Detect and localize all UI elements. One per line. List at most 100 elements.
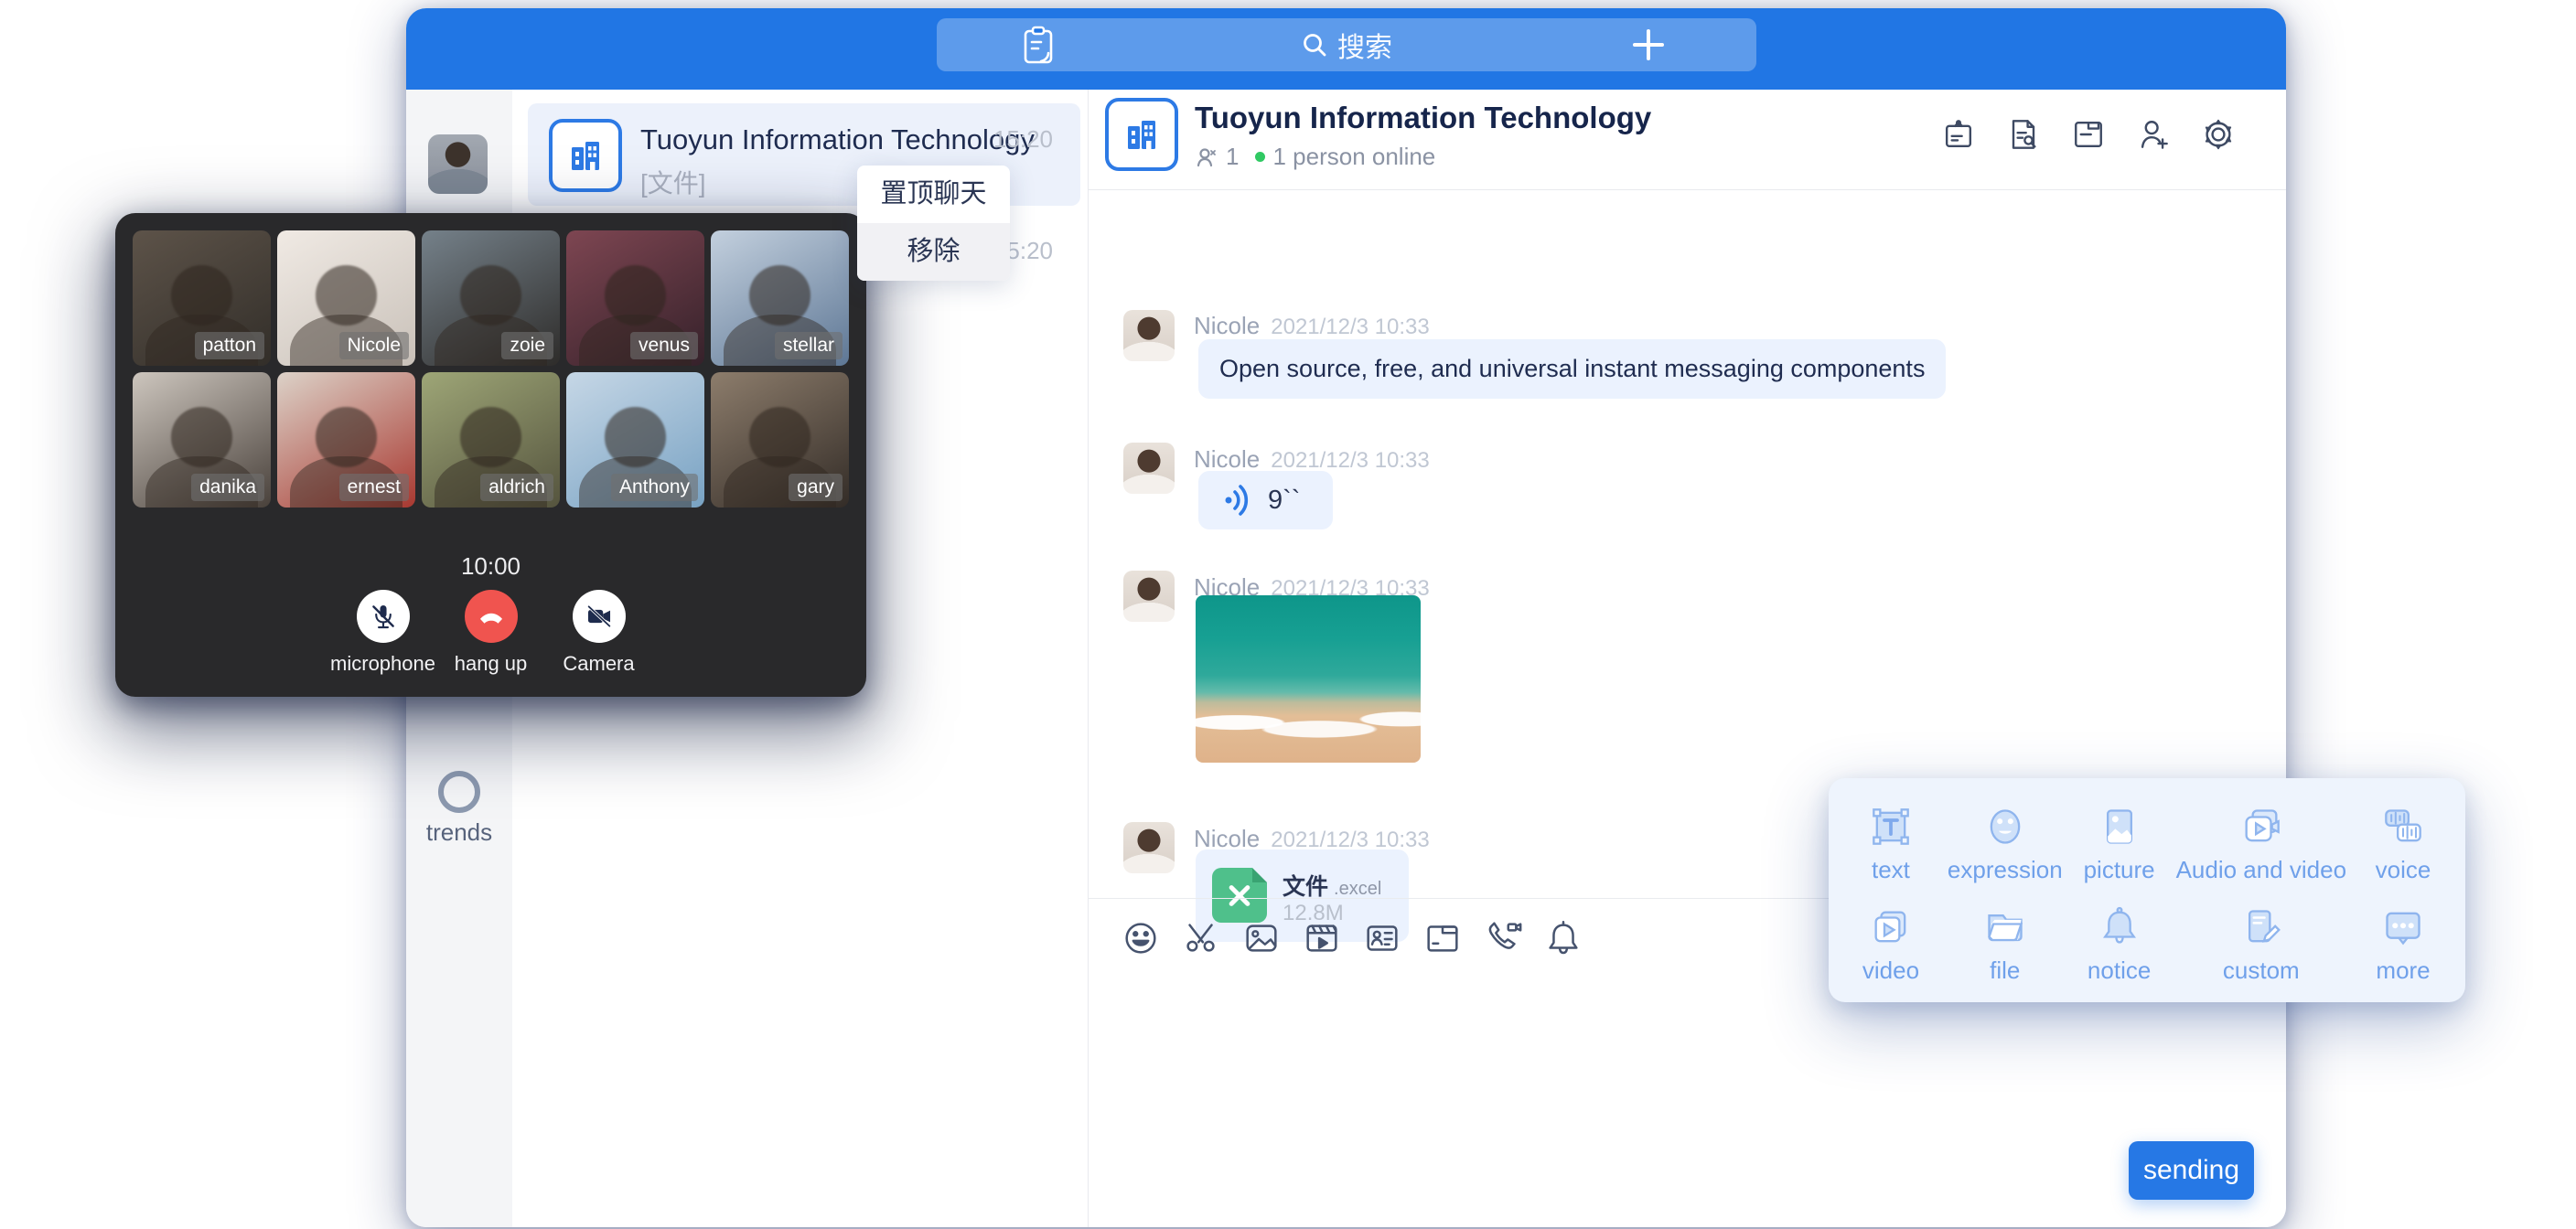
participant-tile: Nicole <box>277 230 415 366</box>
microphone-button[interactable] <box>357 590 410 643</box>
group-notice-icon[interactable] <box>1938 114 1979 155</box>
call-timer: 10:00 <box>115 552 866 581</box>
more-icon <box>2377 902 2429 953</box>
feature-text[interactable]: text <box>1834 793 1948 893</box>
audio-video-icon <box>2236 801 2287 852</box>
conversation-last-message: [文件] <box>640 164 706 200</box>
sender-name: Nicole <box>1194 825 1260 852</box>
sender-avatar[interactable] <box>1123 310 1175 361</box>
plus-icon[interactable] <box>1633 29 1664 60</box>
picture-panel-icon <box>2094 801 2145 852</box>
participant-name: Anthony <box>611 474 698 501</box>
trends-label: trends <box>406 818 512 847</box>
excel-file-icon <box>1212 868 1267 923</box>
picture-icon[interactable] <box>1240 917 1283 959</box>
mic-off-icon <box>368 601 399 632</box>
participant-name: Nicole <box>339 332 409 359</box>
feature-voice[interactable]: voice <box>2346 793 2460 893</box>
members-icon <box>1195 145 1218 169</box>
video-panel-icon <box>1865 902 1916 953</box>
group-avatar-icon <box>549 119 622 192</box>
voice-panel-icon <box>2377 801 2429 852</box>
participant-tile: patton <box>133 230 271 366</box>
participant-tile: stellar <box>711 230 849 366</box>
participant-name: gary <box>789 474 843 501</box>
sidebar-item-trends[interactable]: trends <box>406 771 512 847</box>
my-avatar[interactable] <box>428 134 488 194</box>
conversation-title: Tuoyun Information Technology <box>640 123 1035 156</box>
chat-main: Tuoyun Information Technology 1 1 person… <box>1089 90 2286 1227</box>
participant-tile: gary <box>711 372 849 508</box>
participant-name: stellar <box>775 332 843 359</box>
voice-wave-icon <box>1220 483 1255 518</box>
sender-avatar[interactable] <box>1123 822 1175 873</box>
camera-button[interactable] <box>573 590 626 643</box>
trends-icon <box>438 771 480 813</box>
search-bar[interactable]: 搜索 <box>937 18 1756 71</box>
context-menu: 置顶聊天 移除 <box>857 166 1010 281</box>
send-button[interactable]: sending <box>2129 1141 2254 1200</box>
feature-custom[interactable]: custom <box>2176 893 2346 994</box>
file-icon[interactable] <box>1422 917 1464 959</box>
feature-video[interactable]: video <box>1834 893 1948 994</box>
image-bubble[interactable] <box>1196 595 1421 763</box>
group-file-icon[interactable] <box>2068 114 2109 155</box>
online-status: 1 person online <box>1272 143 1435 171</box>
screenshot-icon[interactable] <box>1180 917 1222 959</box>
hang-up-button[interactable] <box>465 590 518 643</box>
custom-icon <box>2236 902 2287 953</box>
participant-name: venus <box>630 332 698 359</box>
participant-name: patton <box>195 332 264 359</box>
notification-icon[interactable] <box>1542 917 1584 959</box>
camera-label: Camera <box>563 652 634 676</box>
participant-tile: ernest <box>277 372 415 508</box>
notice-icon <box>2094 902 2145 953</box>
sender-avatar[interactable] <box>1123 571 1175 622</box>
chat-header: Tuoyun Information Technology 1 1 person… <box>1089 90 2286 190</box>
video-call-panel: patton Nicole zoie venus stellar danika … <box>115 213 866 697</box>
participant-tile: venus <box>566 230 704 366</box>
contact-card-icon[interactable] <box>1361 917 1403 959</box>
file-name: 文件 <box>1283 874 1328 900</box>
conversation-time: 15:20 <box>993 125 1053 154</box>
feature-audio-video[interactable]: Audio and video <box>2176 793 2346 893</box>
message-time: 2021/12/3 10:33 <box>1271 448 1430 473</box>
feature-panel: text expression picture <box>1829 778 2465 1002</box>
group-avatar-icon <box>1105 98 1178 171</box>
feature-file[interactable]: file <box>1948 893 2063 994</box>
feature-picture[interactable]: picture <box>2063 793 2176 893</box>
add-member-icon[interactable] <box>2133 114 2174 155</box>
sender-name: Nicole <box>1194 445 1260 473</box>
composer-toolbar <box>1120 917 1584 959</box>
online-dot <box>1255 152 1265 162</box>
video-call-icon[interactable] <box>1482 917 1524 959</box>
feature-notice[interactable]: notice <box>2063 893 2176 994</box>
participant-name: danika <box>191 474 264 501</box>
video-icon[interactable] <box>1301 917 1343 959</box>
participant-tile: zoie <box>422 230 560 366</box>
emoji-icon[interactable] <box>1120 917 1162 959</box>
sender-name: Nicole <box>1194 312 1260 339</box>
chat-title: Tuoyun Information Technology <box>1195 101 1651 135</box>
settings-icon[interactable] <box>2198 114 2238 155</box>
file-panel-icon <box>1980 902 2031 953</box>
feature-expression[interactable]: expression <box>1948 793 2063 893</box>
search-placeholder: 搜索 <box>1337 25 1392 65</box>
microphone-label: microphone <box>330 652 435 676</box>
message-time: 2021/12/3 10:33 <box>1271 315 1430 339</box>
hang-up-icon <box>476 601 507 632</box>
voice-bubble[interactable]: 9`` <box>1198 471 1333 529</box>
participant-name: zoie <box>501 332 553 359</box>
hang-up-label: hang up <box>455 652 528 676</box>
menu-item-remove[interactable]: 移除 <box>857 223 1010 281</box>
feature-more[interactable]: more <box>2346 893 2460 994</box>
camera-off-icon <box>584 601 615 632</box>
page: 搜索 trends <box>0 0 2576 1229</box>
sender-avatar[interactable] <box>1123 443 1175 494</box>
participant-name: ernest <box>339 474 409 501</box>
search-icon <box>1301 31 1328 59</box>
participant-name: aldrich <box>480 474 553 501</box>
file-ext: .excel <box>1334 879 1381 899</box>
chat-history-search-icon[interactable] <box>2003 114 2044 155</box>
menu-item-pin-chat[interactable]: 置顶聊天 <box>857 166 1010 223</box>
